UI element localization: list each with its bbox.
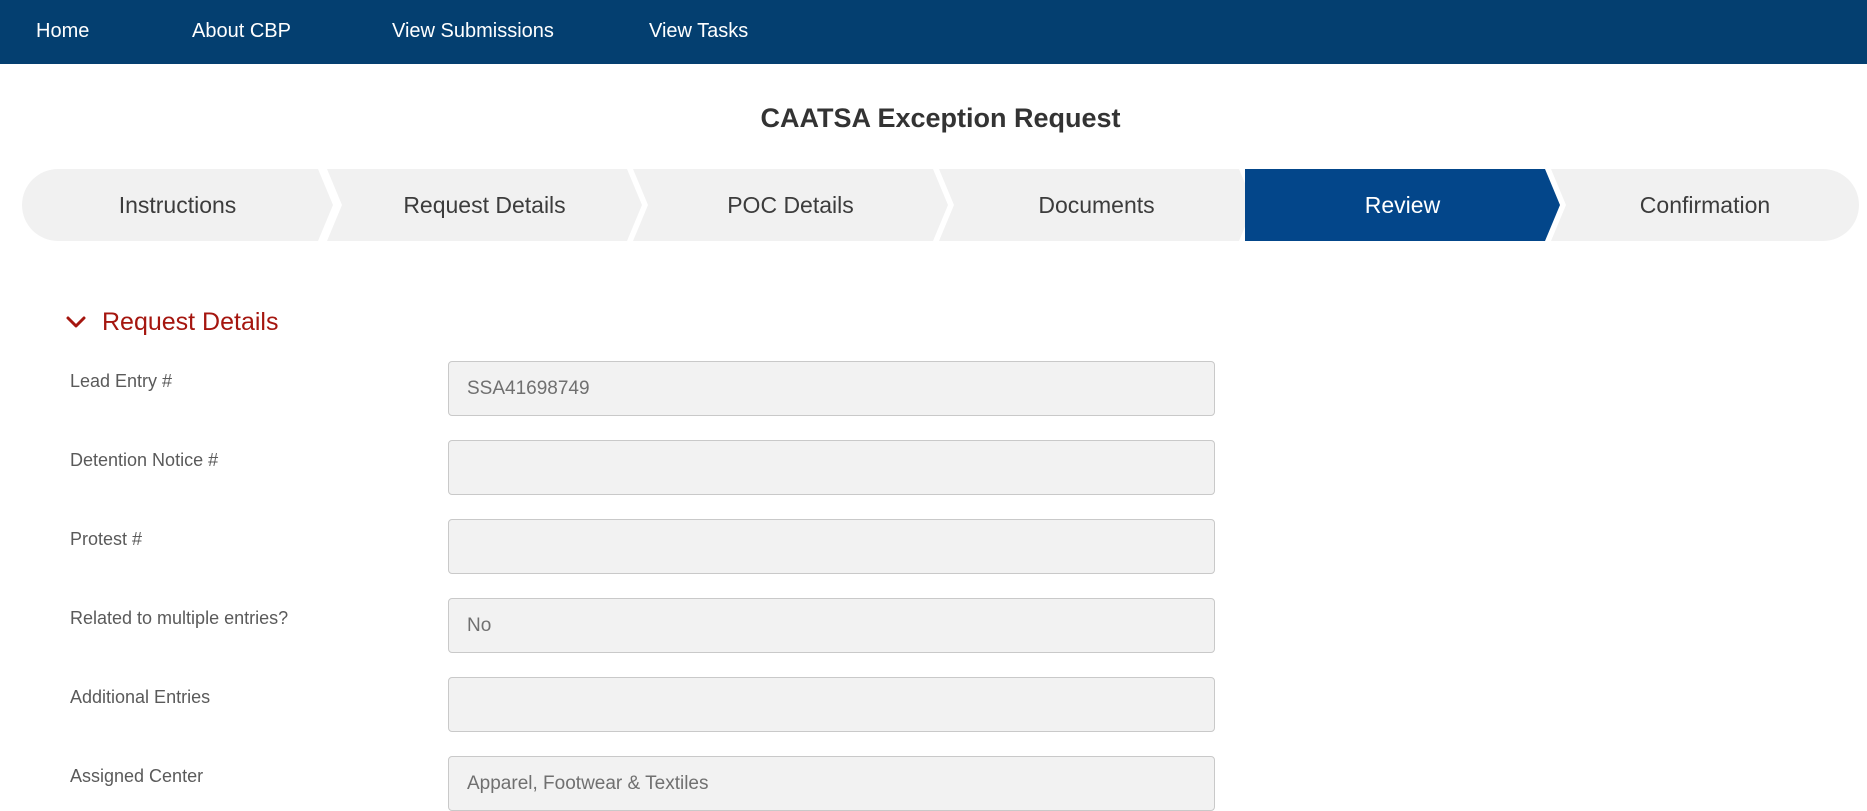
nav-home-link[interactable]: Home bbox=[36, 19, 89, 43]
detention-notice-field bbox=[448, 440, 1215, 495]
additional-entries-field bbox=[448, 677, 1215, 732]
section-title: Request Details bbox=[102, 308, 279, 336]
multiple-entries-field: No bbox=[448, 598, 1215, 653]
progress-steps: Instructions Request Details POC Details… bbox=[22, 169, 1859, 241]
assigned-center-label: Assigned Center bbox=[70, 766, 204, 786]
page-title: CAATSA Exception Request bbox=[760, 103, 1121, 133]
step-instructions[interactable]: Instructions bbox=[22, 169, 333, 241]
step-poc-details[interactable]: POC Details bbox=[633, 169, 948, 241]
step-confirmation[interactable]: Confirmation bbox=[1551, 169, 1859, 241]
step-request-details[interactable]: Request Details bbox=[327, 169, 642, 241]
chevron-down-icon bbox=[66, 316, 86, 328]
step-review[interactable]: Review bbox=[1245, 169, 1560, 241]
nav-about-cbp-link[interactable]: About CBP bbox=[192, 19, 291, 43]
nav-view-submissions-link[interactable]: View Submissions bbox=[392, 19, 554, 43]
lead-entry-label: Lead Entry # bbox=[70, 371, 173, 391]
lead-entry-field: SSA41698749 bbox=[448, 361, 1215, 416]
multiple-entries-label: Related to multiple entries? bbox=[70, 608, 289, 628]
top-nav-bar: Home About CBP View Submissions View Tas… bbox=[0, 0, 1867, 64]
protest-label: Protest # bbox=[70, 529, 143, 549]
assigned-center-field: Apparel, Footwear & Textiles bbox=[448, 756, 1215, 811]
request-details-section-toggle[interactable]: Request Details bbox=[64, 306, 278, 338]
nav-view-tasks-link[interactable]: View Tasks bbox=[649, 19, 748, 43]
protest-field bbox=[448, 519, 1215, 574]
detention-notice-label: Detention Notice # bbox=[70, 450, 219, 470]
additional-entries-label: Additional Entries bbox=[70, 687, 211, 707]
step-documents[interactable]: Documents bbox=[939, 169, 1254, 241]
